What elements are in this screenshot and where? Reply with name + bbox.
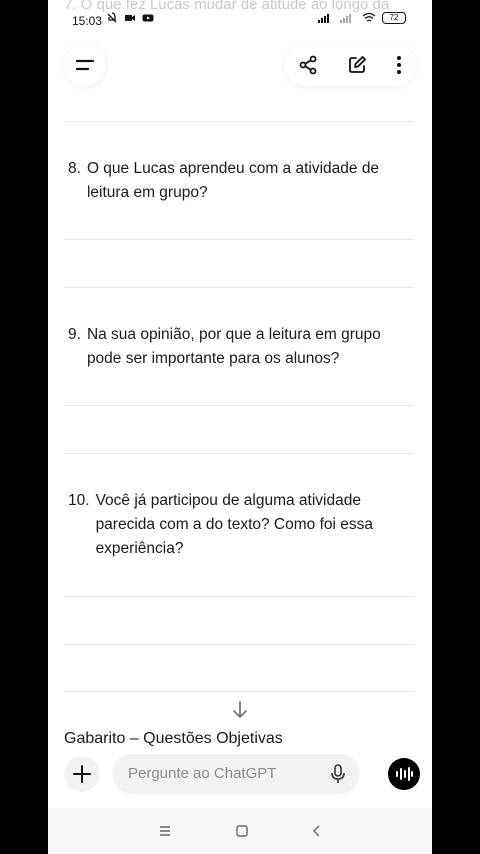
dictation-button[interactable] (328, 764, 348, 784)
muted-icon (107, 12, 117, 23)
prompt-field[interactable] (112, 754, 360, 794)
answer-line (64, 287, 414, 288)
answer-line (64, 596, 414, 597)
question-number: 10. (68, 492, 90, 509)
more-vertical-icon[interactable] (396, 55, 402, 75)
question-10: 10. Você já participou de alguma ativida… (68, 489, 398, 561)
video-icon (125, 15, 135, 21)
menu-icon (75, 59, 95, 71)
system-icons: 72 (318, 12, 406, 24)
status-time: 15:03 (72, 14, 103, 28)
plus-icon (73, 765, 91, 783)
question-number: 9. (68, 326, 81, 343)
section-title: Gabarito – Questões Objetivas (64, 730, 283, 747)
back-icon[interactable] (312, 825, 322, 837)
answer-line (64, 691, 414, 692)
share-icon[interactable] (298, 55, 318, 75)
question-text: Na sua opinião, por que a leitura em gru… (86, 326, 381, 367)
wifi-icon (362, 13, 376, 22)
signal-icon (318, 14, 329, 23)
battery-indicator: 72 (382, 12, 406, 24)
composer (58, 750, 422, 798)
notification-icons (106, 12, 154, 24)
question-number: 8. (68, 160, 81, 177)
prompt-input[interactable] (126, 764, 310, 783)
ghost-question-text: 7. O que fez Lucas mudar de atitude ao l… (64, 0, 390, 12)
arrow-down-icon (233, 701, 247, 718)
question-text: Você já participou de alguma atividade p… (95, 492, 373, 557)
system-navigation-bar (48, 808, 432, 854)
answer-line (64, 453, 414, 454)
question-9: 9. Na sua opinião, por que a leitura em … (68, 323, 398, 371)
recent-apps-icon[interactable] (158, 825, 172, 837)
question-8: 8. O que Lucas aprendeu com a atividade … (68, 157, 398, 205)
scroll-to-bottom-button[interactable] (224, 694, 256, 726)
add-attachment-button[interactable] (64, 756, 100, 792)
edit-icon[interactable] (347, 55, 367, 75)
voice-mode-button[interactable] (388, 758, 420, 790)
top-bar (48, 40, 432, 100)
signal-icon-2 (340, 14, 351, 23)
home-icon[interactable] (236, 825, 248, 837)
chat-screen: 15:03 72 7. O que fez Lucas mudar de ati… (48, 0, 432, 854)
mic-icon (331, 764, 345, 783)
answer-line (64, 239, 414, 240)
scrolled-ghost-line: 7. O que fez Lucas mudar de atitude ao l… (48, 0, 432, 12)
answer-line (64, 405, 414, 406)
divider (64, 121, 414, 122)
menu-button[interactable] (64, 44, 106, 86)
youtube-icon (142, 14, 154, 22)
answer-line (64, 644, 414, 645)
header-actions (284, 44, 416, 86)
question-text: O que Lucas aprendeu com a atividade de … (86, 160, 380, 201)
voice-wave-icon (396, 767, 413, 781)
